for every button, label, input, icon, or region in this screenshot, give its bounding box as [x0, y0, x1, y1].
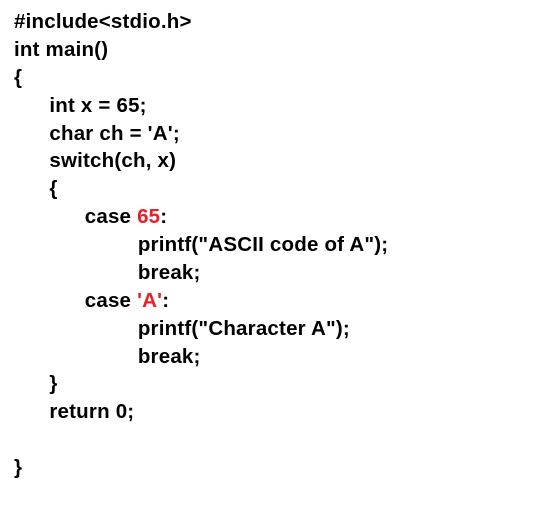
highlighted-value: 'A': [137, 289, 162, 312]
code-line: {: [14, 66, 22, 89]
code-line: char ch = 'A';: [49, 122, 179, 145]
code-line: printf("Character A");: [138, 317, 350, 340]
code-line: break;: [138, 261, 201, 284]
code-line: int main(): [14, 38, 108, 61]
highlighted-value: 65: [137, 205, 160, 228]
code-text: case: [85, 205, 137, 228]
code-text: case: [85, 289, 137, 312]
indent: [14, 372, 49, 395]
indent: [14, 345, 138, 368]
indent: [14, 317, 138, 340]
code-snippet: #include<stdio.h> int main() { int x = 6…: [0, 0, 556, 492]
indent: [14, 233, 138, 256]
indent: [14, 149, 49, 172]
indent: [14, 205, 85, 228]
code-text: :: [160, 205, 167, 228]
code-line: }: [14, 456, 22, 479]
code-line: printf("ASCII code of A");: [138, 233, 389, 256]
code-line: break;: [138, 345, 201, 368]
indent: [14, 400, 49, 423]
code-line: int x = 65;: [49, 94, 146, 117]
indent: [14, 94, 49, 117]
indent: [14, 177, 49, 200]
indent: [14, 261, 138, 284]
code-line: return 0;: [49, 400, 134, 423]
code-line: switch(ch, x): [49, 149, 176, 172]
code-text: :: [162, 289, 169, 312]
code-line: }: [49, 372, 57, 395]
indent: [14, 289, 85, 312]
code-line: #include<stdio.h>: [14, 10, 192, 33]
indent: [14, 122, 49, 145]
code-line: {: [49, 177, 57, 200]
